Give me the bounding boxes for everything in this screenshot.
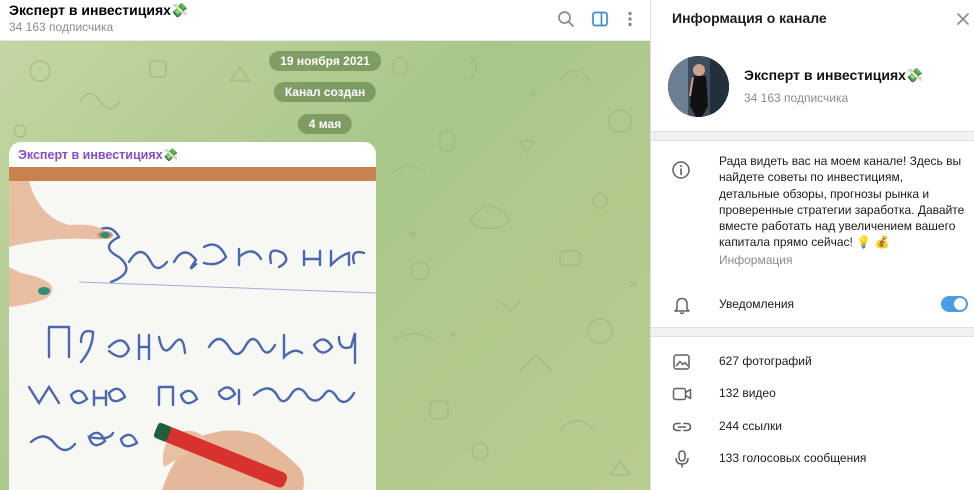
chat-title[interactable]: Эксперт в инвестициях💸 (9, 2, 188, 19)
channel-subscriber-count: 34 163 подписчика (744, 91, 849, 105)
channel-description: Рада видеть вас на моем канале! Здесь вы… (719, 154, 965, 250)
close-icon[interactable] (953, 9, 973, 29)
link-icon (671, 417, 693, 437)
search-icon[interactable] (555, 8, 577, 30)
media-row-photos[interactable]: 627 фотографий (651, 346, 974, 378)
media-row-links[interactable]: 244 ссылки (651, 411, 974, 443)
bell-icon (671, 295, 693, 315)
media-count-voice: 133 голосовых сообщения (719, 451, 867, 465)
channel-created-notice: Канал создан (273, 82, 377, 102)
media-row-voice[interactable]: 133 голосовых сообщения (651, 443, 974, 475)
info-icon (671, 160, 691, 185)
message-author[interactable]: Эксперт в инвестициях💸 (18, 148, 178, 163)
message-bubble[interactable]: Эксперт в инвестициях💸 (9, 142, 376, 490)
date-separator: 19 ноября 2021 (269, 51, 381, 71)
media-count-videos: 132 видео (719, 386, 776, 400)
toggle-knob (954, 298, 966, 310)
section-divider (651, 327, 974, 337)
chat-subscriber-count: 34 163 подписчика (9, 20, 114, 34)
more-vertical-icon[interactable] (619, 8, 641, 30)
message-photo[interactable] (9, 167, 376, 490)
notifications-row[interactable]: Уведомления (651, 289, 974, 321)
media-count-photos: 627 фотографий (719, 354, 812, 368)
channel-avatar[interactable] (668, 56, 729, 117)
chat-area: Эксперт в инвестициях💸 34 163 подписчика (0, 0, 650, 490)
section-divider (651, 131, 974, 141)
panel-title: Информация о канале (672, 10, 827, 26)
description-label: Информация (719, 253, 793, 267)
video-icon (671, 384, 693, 404)
channel-name: Эксперт в инвестициях💸 (744, 67, 924, 83)
channel-info-panel: Информация о канале Эксперт в инвестиция… (650, 0, 974, 490)
microphone-icon (671, 449, 693, 469)
notifications-toggle[interactable] (941, 296, 968, 312)
notifications-label: Уведомления (719, 297, 795, 311)
media-count-links: 244 ссылки (719, 419, 782, 433)
sidebar-toggle-icon[interactable] (589, 8, 611, 30)
photo-icon (671, 352, 693, 372)
chat-header[interactable]: Эксперт в инвестициях💸 34 163 подписчика (0, 0, 650, 41)
date-separator: 4 мая (297, 114, 353, 134)
media-row-videos[interactable]: 132 видео (651, 378, 974, 410)
chat-background: 19 ноября 2021 Канал создан 4 мая Экспер… (0, 41, 650, 490)
